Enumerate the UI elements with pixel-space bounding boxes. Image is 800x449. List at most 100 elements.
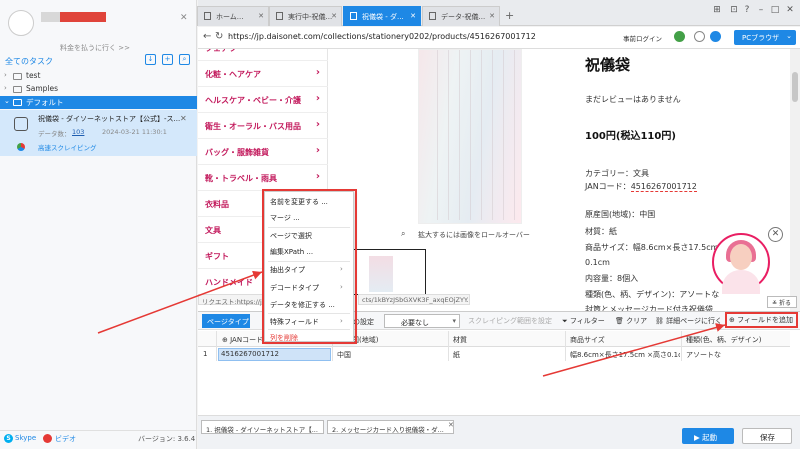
pre-login-button[interactable]: 事前ログイン [623,33,662,43]
grid-icon[interactable]: ⊞ [712,5,722,15]
product-image[interactable] [418,49,522,224]
page-type-button[interactable]: ページタイプ [202,314,250,328]
status-url: cts/1kBYzJSbGXVK3F_axqEOjZYY... [358,294,470,305]
jan-row: JANコード：4516267001712 [585,181,697,192]
app-logo-icon [8,10,34,36]
tab-close-icon[interactable]: ✕ [489,12,495,20]
pc-browser-label: PCブラウザ [742,34,780,42]
bottom-tab-1[interactable]: 1. 祝儀袋 - ダイソーネットストア【... [201,420,324,434]
category-item[interactable]: 化粧・ヘアケア › [198,61,328,87]
filter-label: フィルター [569,317,605,325]
tab-home[interactable]: ホーム... ✕ [197,6,269,26]
bottom-tab-label: 2. メッセージカード入り祝儀袋・ダ... [332,426,444,434]
cell-jan[interactable]: 4516267001712 [221,350,279,358]
product-thumbnail[interactable] [369,256,393,292]
add-field-label: フィールドを追加 [737,316,793,324]
back-icon[interactable]: ← [203,31,211,42]
category-label: 衣料品 [205,200,229,209]
tab-product[interactable]: 祝儀袋 - ダ... ✕ [343,6,421,26]
reload-icon[interactable]: ↻ [215,31,223,42]
column-header-jan[interactable]: ⊕ JANコード [222,335,263,345]
link-icon: ⛓ [655,317,664,325]
collapse-button[interactable]: ≚ 折る [767,296,797,308]
gift-icon[interactable]: ⊡ [729,5,739,15]
category-label: 靴・トラベル・雨具 [205,174,277,183]
cell-size[interactable]: 幅8.6cm×長さ17.5cm ×高さ0.1cm [570,350,680,360]
chevron-down-icon: ⌄ [786,32,792,40]
tab-running[interactable]: 実行中-祝儀... ✕ [269,6,342,26]
user-icon[interactable] [710,31,721,42]
review-text: まだレビューはありません [585,95,681,104]
maximize-icon[interactable]: □ [770,5,780,15]
filter-button[interactable]: ⏷ フィルター [562,316,605,326]
category-item[interactable]: ヘルスケア・ベビー・介護 › [198,87,328,113]
column-header-material[interactable]: 材質 [453,335,467,345]
assistant-face [730,244,752,270]
column-label: JANコード [230,336,264,344]
status-icon[interactable] [674,31,685,42]
category-label: バッグ・服飾雑貨 [205,148,269,157]
chevron-right-icon: › [315,119,320,130]
help-icon[interactable]: ? [742,5,752,15]
skype-icon[interactable]: S [4,434,13,443]
chevron-double-down-icon: ≚ [772,300,778,307]
zoom-icon: ⌕ [401,229,406,238]
page-icon [429,12,436,20]
tab-close-icon[interactable]: ✕ [258,12,264,20]
video-link[interactable]: ビデオ [55,434,76,444]
detail-label: 詳細ページに行く [666,317,722,325]
product-material: 材質：紙 [585,227,617,236]
product-name: 祝儀袋 [585,56,631,74]
need-select[interactable]: 必要なし ▾ [384,314,460,328]
product-kind-cont: 封筒とメッセージカード付き祝儀袋 [585,305,713,311]
category-label: ハンドメイド [205,278,253,287]
category-label: ギフト [205,252,229,261]
pc-browser-button[interactable]: PCブラウザ ⌄ [734,30,796,45]
video-icon[interactable] [43,434,52,443]
column-header-size[interactable]: 商品サイズ [570,335,605,345]
save-button[interactable]: 保存 [742,428,792,444]
tab-close-icon[interactable]: ✕ [410,12,416,20]
detail-page-button[interactable]: ⛓ 詳細ページに行く [655,316,722,326]
category-label: 文具 [205,226,221,235]
caret-down-icon: ▾ [452,317,456,325]
page-icon [276,12,283,20]
product-price: 100円(税込110円) [585,131,676,142]
category-label: 衛生・オーラル・バス用品 [205,122,301,131]
launch-button[interactable]: ▶ 起動 [682,428,734,444]
scrollbar-thumb[interactable] [792,72,798,102]
need-select-value: 必要なし [401,319,429,327]
column-header-kind[interactable]: 種類(色、柄、デザイン) [686,335,761,345]
clear-button[interactable]: 🗑 クリア [615,316,647,326]
jan-code[interactable]: 4516267001712 [630,182,697,192]
close-icon[interactable]: ✕ [180,13,188,23]
category-item[interactable]: バッグ・服飾雑貨 › [198,139,328,165]
product-category: カテゴリー：文具 [585,169,649,178]
new-tab-icon[interactable]: + [505,9,514,22]
cell-material[interactable]: 紙 [453,350,460,360]
zoom-hint: 拡大するには画像をロールオーバー [418,231,530,239]
cell-origin[interactable]: 中国 [337,350,351,360]
close-window-icon[interactable]: ✕ [785,5,795,15]
crosshair-icon: ⊕ [222,336,228,344]
url-input[interactable]: https://jp.daisonet.com/collections/stat… [228,32,536,41]
launch-label: 起動 [702,433,718,442]
tab-label: データ-祝儀... [441,13,486,21]
scroll-range-button[interactable]: スクレイピング範囲を設定 [468,316,552,326]
bottom-tab-close-icon[interactable]: ✕ [448,421,454,429]
tab-close-icon[interactable]: ✕ [331,12,337,20]
category-item[interactable]: フェアフー › [198,49,328,61]
tab-data[interactable]: データ-祝儀... ✕ [422,6,500,26]
skype-link[interactable]: Skype [15,434,36,442]
category-item[interactable]: 衛生・オーラル・バス用品 › [198,113,328,139]
category-item[interactable]: 靴・トラベル・雨具 › [198,165,328,191]
plus-circle-icon: ⊕ [729,316,735,324]
minimize-icon[interactable]: – [756,5,766,15]
cell-kind[interactable]: アソートな [686,350,721,360]
lock-icon[interactable] [694,31,705,42]
add-field-button[interactable]: ⊕ フィールドを追加 [729,315,793,325]
chevron-right-icon: › [315,145,320,156]
tab-label: 祝儀袋 - ダ... [362,13,404,21]
bottom-tab-2[interactable]: 2. メッセージカード入り祝儀袋・ダ... [327,420,454,434]
assistant-close-icon[interactable]: ✕ [768,227,783,242]
